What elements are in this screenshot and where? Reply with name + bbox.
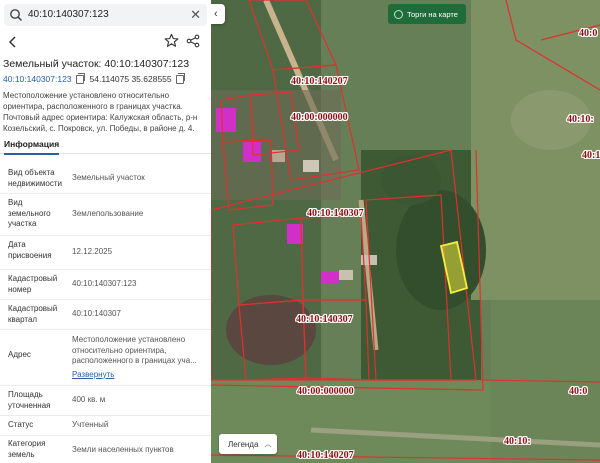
cadastral-label: 40:10: [504,436,531,447]
table-row: Площадь уточненная 400 кв. м [0,386,211,416]
info-panel: 40:10:140307:123 ✕ Земельный участок: 40… [0,0,211,463]
building [321,272,339,284]
legend-label: Легенда [228,439,259,449]
row-value: Учтенный [72,420,109,429]
cadastral-label: 40:00:000000 [297,386,354,397]
back-arrow-icon[interactable] [6,34,20,50]
row-label: Категория земель [8,439,46,459]
row-value: 400 кв. м [72,395,106,404]
table-row: Категория земель Земли населенных пункто… [0,436,211,463]
building [243,142,261,162]
cadastral-label: 40:10:140207 [297,450,354,461]
address-value: Местоположение установлено относительно … [72,335,197,365]
torgi-label: Торги на карте [407,9,458,19]
table-row: Кадастровый номер 40:10:140307:123 [0,270,211,300]
row-label: Вид объекта недвижимости [8,168,62,188]
table-row: Вид земельного участка Землепользование [0,194,211,236]
cadastral-label: 40:10: [582,150,600,161]
location-description: Местоположение установлено относительно … [3,91,198,133]
share-icon[interactable] [186,34,200,48]
cadastral-label: 40:10: [567,114,594,125]
cadastral-number-link[interactable]: 40:10:140307:123 [3,74,72,84]
chevron-left-icon: ‹ [214,8,218,20]
copy-icon[interactable] [75,72,85,84]
table-row: Адрес Местоположение установлено относит… [0,330,211,386]
chevron-up-icon: ︿ [264,441,272,448]
row-value: 12.12.2025 [72,247,113,256]
row-label: Статус [8,420,34,429]
cadastral-label: 40:10:140307 [296,314,353,325]
card-toolbar [0,32,211,52]
close-icon[interactable]: ✕ [190,7,201,23]
table-row: Дата присвоения 12.12.2025 [0,236,211,270]
search-query: 40:10:140307:123 [28,9,109,20]
search-input[interactable]: 40:10:140307:123 ✕ [4,4,207,26]
search-icon [10,9,23,22]
row-value: Местоположение установлено относительно … [72,335,207,380]
row-label: Вид земельного участка [8,198,51,228]
row-value: Земли населенных пунктов [72,445,174,454]
table-row: Кадастровый квартал 40:10:140307 [0,300,211,330]
legend-button[interactable]: Легенда ︿ [219,434,277,454]
identifier-line: 40:10:140307:123 54.114075 35.628555 [3,72,190,84]
cadastral-label: 40:0 [579,28,598,39]
collapse-panel-button[interactable]: ‹ [211,4,225,24]
building [216,108,236,132]
page-title: Земельный участок: 40:10:140307:123 [3,58,190,70]
row-value: Земельный участок [72,173,145,182]
row-label: Площадь уточненная [8,390,51,410]
map-view[interactable]: 40:10:140207 40:00:000000 40:10:140307 4… [211,0,600,463]
coordinates-value: 54.114075 35.628555 [89,74,172,84]
cadastral-label: 40:00:000000 [291,112,348,123]
row-label: Кадастровый номер [8,274,58,294]
cadastral-label: 40:10:140207 [291,76,348,87]
cadastral-label: 40:0 [569,386,588,397]
tab-bar: Информация [0,136,211,155]
table-row: Вид объекта недвижимости Земельный участ… [0,160,211,194]
expand-link[interactable]: Развернуть [72,370,207,381]
row-value: 40:10:140307 [72,309,121,318]
tab-information[interactable]: Информация [4,139,60,155]
building [287,224,303,244]
row-label: Кадастровый квартал [8,304,58,324]
satellite-imagery [211,0,600,463]
torgi-on-map-button[interactable]: Торги на карте [388,4,466,24]
row-value: 40:10:140307:123 [72,279,137,288]
cadastral-label: 40:10:140307 [307,208,364,219]
table-row: Статус Учтенный [0,416,211,436]
star-icon[interactable] [164,33,179,48]
row-label: Дата присвоения [8,240,52,260]
row-label: Адрес [8,350,31,359]
row-value: Землепользование [72,209,144,218]
copy-icon[interactable] [175,72,185,84]
toggle-icon [394,9,403,19]
